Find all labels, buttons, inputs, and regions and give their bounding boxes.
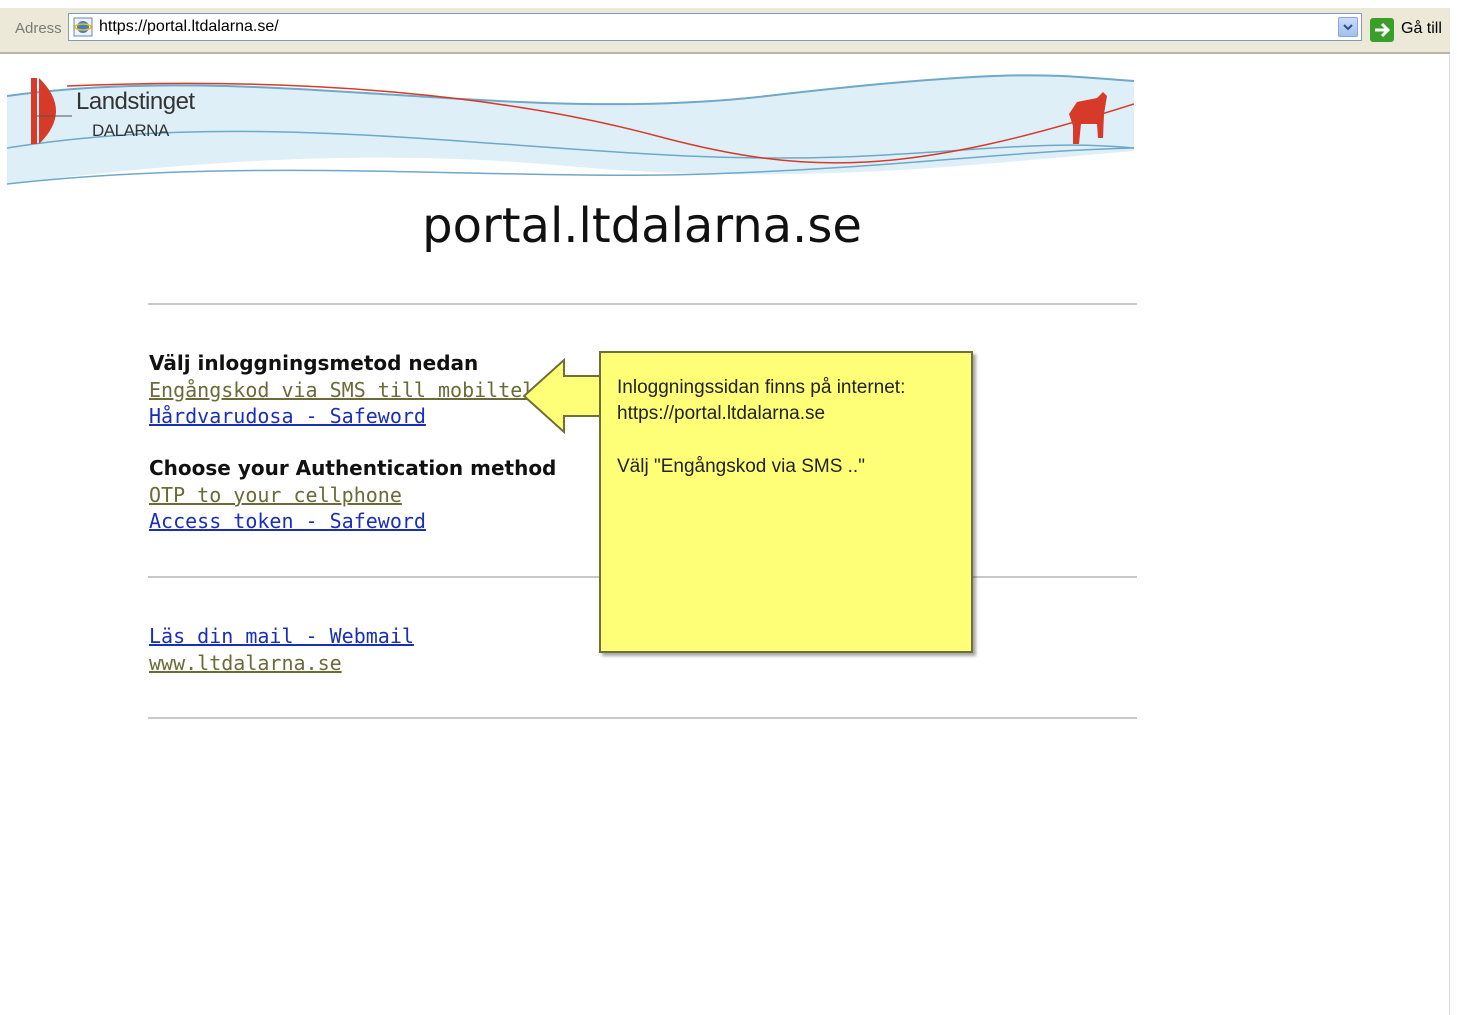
go-label[interactable]: Gå till: [1401, 20, 1442, 38]
go-button[interactable]: [1370, 18, 1394, 42]
ltdalarna-site-link[interactable]: www.ltdalarna.se: [149, 651, 342, 675]
logo-subtitle: DALARNA: [92, 121, 169, 140]
ie-page-icon: [73, 17, 93, 37]
swedish-heading: Välj inloggningsmetod nedan: [149, 351, 479, 375]
address-dropdown-button[interactable]: [1338, 17, 1358, 37]
otp-cellphone-link[interactable]: OTP to your cellphone: [149, 483, 402, 507]
address-input[interactable]: https://portal.ltdalarna.se/: [68, 13, 1362, 41]
window-edge: [1449, 55, 1450, 1015]
logo-name: Landstinget: [76, 88, 195, 115]
landstinget-logo-icon: [31, 78, 37, 144]
chevron-down-icon: [1343, 24, 1353, 31]
divider: [148, 717, 1137, 719]
webmail-link[interactable]: Läs din mail - Webmail: [149, 624, 414, 648]
sms-code-link[interactable]: Engångskod via SMS till mobiltelefon: [149, 378, 582, 402]
landstinget-banner: [7, 74, 1134, 185]
arrow-right-icon: [1375, 22, 1391, 38]
safeword-link[interactable]: Hårdvarudosa - Safeword: [149, 404, 426, 428]
english-heading: Choose your Authentication method: [149, 456, 557, 480]
callout-line: Välj "Engångskod via SMS ..": [617, 456, 865, 477]
callout-arrow-icon: [522, 358, 601, 434]
address-label: Adress: [15, 20, 62, 37]
callout-line: https://portal.ltdalarna.se: [617, 403, 826, 424]
access-token-link[interactable]: Access token - Safeword: [149, 509, 426, 533]
address-bar: Adress https://portal.ltdalarna.se/ Gå t…: [0, 8, 1450, 54]
divider: [148, 303, 1137, 305]
callout-line: Inloggningssidan finns på internet:: [617, 377, 906, 398]
address-url[interactable]: https://portal.ltdalarna.se/: [99, 18, 279, 36]
page-title: portal.ltdalarna.se: [422, 198, 862, 254]
